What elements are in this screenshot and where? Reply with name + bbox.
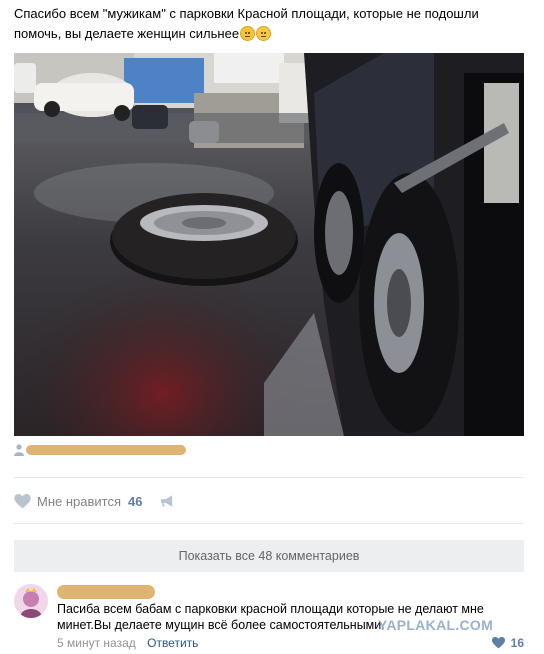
like-label: Мне нравится (37, 493, 122, 509)
comment-time[interactable]: 5 минут назад (57, 636, 136, 650)
redacted-commenter-name (57, 585, 155, 599)
comment-like-count: 16 (510, 636, 524, 650)
flat-tire-photo-image (14, 53, 524, 436)
divider-2 (14, 523, 524, 524)
redacted-author-name (26, 445, 186, 455)
comment-like-button[interactable]: 16 (491, 636, 524, 650)
like-button[interactable]: Мне нравится 46 (14, 491, 175, 511)
watermark: YAPLAKAL.COM (378, 617, 494, 633)
thinking-face-emoji-icon (240, 26, 256, 41)
photo-author-line (14, 442, 214, 458)
divider-1 (14, 477, 524, 478)
comment-meta: 5 минут назад Ответить (57, 636, 198, 650)
heart-icon (491, 637, 505, 649)
post-text: Спасибо всем "мужикам" с парковки Красно… (14, 4, 514, 44)
reply-link[interactable]: Ответить (147, 636, 198, 650)
person-icon (14, 444, 24, 456)
like-count: 46 (128, 493, 143, 509)
avatar[interactable] (14, 584, 48, 618)
heart-icon (14, 493, 31, 508)
confused-face-emoji-icon (256, 26, 272, 41)
megaphone-icon[interactable] (160, 494, 175, 508)
show-all-comments-button[interactable]: Показать все 48 комментариев (14, 540, 524, 572)
post-photo[interactable] (14, 53, 524, 436)
